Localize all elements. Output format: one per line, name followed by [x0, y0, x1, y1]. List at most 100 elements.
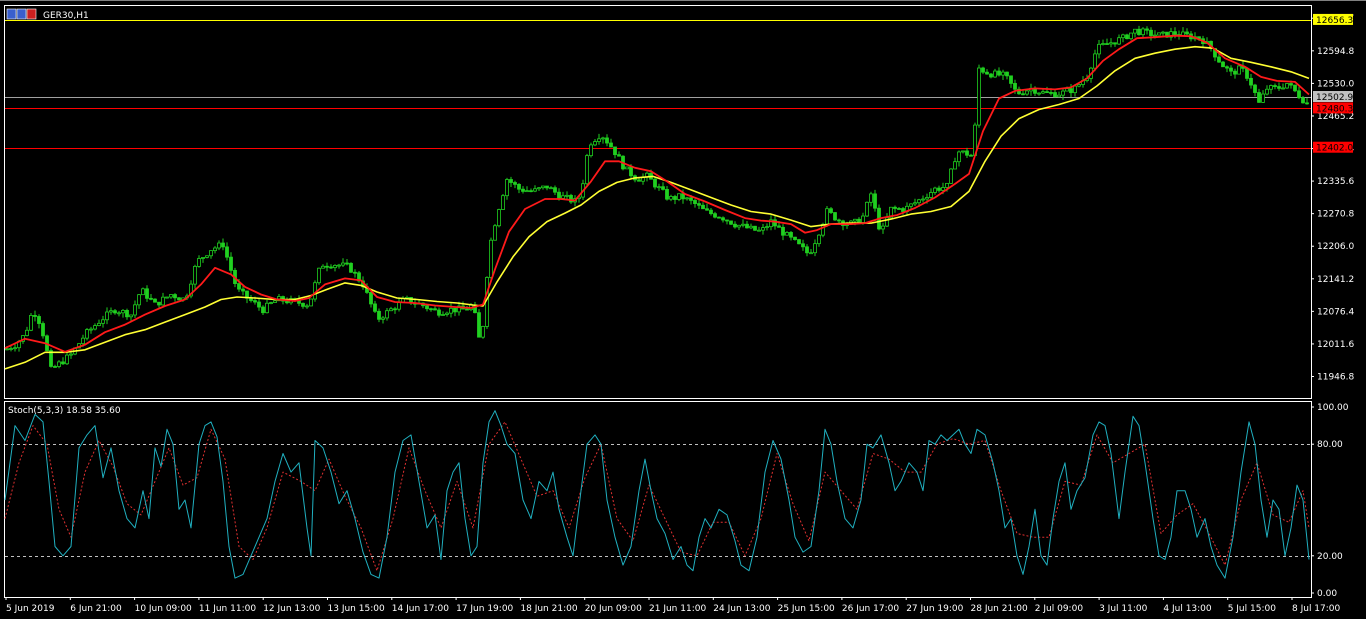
time-tick-label: 5 Jul 15:00 [1228, 604, 1277, 614]
candle-body [913, 202, 917, 205]
candle-body [261, 306, 265, 314]
candle-body [41, 323, 45, 337]
candle-body [337, 264, 341, 267]
candle-body [257, 301, 261, 308]
candle-body [1093, 53, 1097, 69]
candle-body [1261, 93, 1265, 103]
candle-body [601, 137, 605, 140]
candle-body [333, 265, 337, 269]
time-tick-label: 4 Jul 13:00 [1163, 604, 1212, 614]
candle-body [537, 187, 541, 190]
candle-body [1237, 65, 1241, 75]
candle-body [993, 70, 997, 78]
price-tick-label: 12270.8 [1317, 210, 1354, 220]
candle-body [1005, 71, 1009, 77]
candle-body [453, 307, 457, 313]
candle-body [673, 196, 677, 200]
candle-body [309, 298, 313, 307]
candle-body [1145, 28, 1149, 31]
candle-body [1265, 88, 1269, 95]
candle-body [169, 294, 173, 298]
candle-body [693, 200, 697, 204]
candle-body [93, 325, 97, 330]
trading-chart[interactable]: GER30,H1 Stoch(5,3,3) 18.58 35.60 12659.… [0, 0, 1366, 619]
candle-body [389, 308, 393, 312]
candle-body [237, 283, 241, 290]
price-tick-label: 12335.6 [1317, 177, 1354, 187]
candle-body [965, 150, 969, 156]
symbol-label: GER30,H1 [43, 11, 89, 21]
candle-body [1125, 34, 1129, 40]
price-tick-label: 12530.0 [1317, 79, 1354, 89]
candle-body [677, 193, 681, 200]
candle-body [1009, 75, 1013, 84]
candle-body [149, 297, 153, 300]
candle-body [925, 197, 929, 200]
stoch-tick-label: 80.00 [1317, 440, 1343, 450]
candle-body [729, 220, 733, 225]
candle-body [325, 265, 329, 268]
candle-body [957, 151, 961, 163]
stoch-tick-label: 0.00 [1317, 589, 1337, 599]
candle-body [81, 337, 85, 345]
candle-body [481, 326, 485, 338]
candle-body [541, 185, 545, 189]
candle-body [929, 192, 933, 198]
candle-body [425, 305, 429, 310]
candle-body [661, 186, 665, 190]
candle-body [989, 73, 993, 78]
candle-body [33, 315, 37, 317]
candle-body [701, 204, 705, 210]
price-tick-label: 12206.0 [1317, 242, 1354, 252]
time-tick-label: 27 Jun 19:00 [906, 604, 963, 614]
candle-body [745, 223, 749, 229]
candle-body [217, 242, 221, 249]
candle-body [861, 215, 865, 224]
candle-body [1109, 42, 1113, 45]
candle-body [953, 161, 957, 170]
candle-body [5, 348, 9, 351]
candle-body [625, 166, 629, 170]
candle-body [1277, 86, 1281, 89]
candle-body [153, 298, 157, 303]
candle-body [1229, 67, 1233, 72]
time-tick-label: 26 Jun 17:00 [842, 604, 899, 614]
time-tick-label: 10 Jun 09:00 [135, 604, 192, 614]
candle-body [705, 208, 709, 211]
candle-body [589, 144, 593, 157]
candle-body [997, 70, 1001, 76]
candle-body [117, 312, 121, 315]
candle-body [85, 329, 89, 339]
candle-body [1293, 84, 1297, 92]
candle-body [37, 316, 41, 324]
window-menu-icon[interactable] [6, 8, 37, 20]
candle-body [801, 243, 805, 248]
candle-body [53, 366, 57, 368]
candle-body [1037, 92, 1041, 95]
candle-body [369, 292, 373, 305]
time-tick-label: 11 Jun 11:00 [199, 604, 256, 614]
candle-body [617, 154, 621, 157]
candle-body [65, 354, 69, 365]
candle-body [517, 183, 521, 190]
candle-body [629, 166, 633, 177]
candle-body [253, 300, 257, 303]
candle-body [961, 150, 965, 153]
candle-body [353, 271, 357, 274]
candle-body [373, 303, 377, 312]
candle-body [561, 195, 565, 199]
candle-body [1065, 88, 1069, 92]
time-tick-label: 13 Jun 15:00 [328, 604, 385, 614]
candle-body [1133, 28, 1137, 34]
time-tick-label: 17 Jun 19:00 [456, 604, 513, 614]
candle-body [1249, 77, 1253, 86]
candle-body [157, 301, 161, 306]
candle-body [69, 353, 73, 356]
candle-body [109, 310, 113, 313]
candle-body [165, 296, 169, 299]
candle-body [697, 203, 701, 206]
candle-body [1073, 85, 1077, 94]
candle-body [25, 329, 29, 336]
time-tick-label: 14 Jun 17:00 [392, 604, 449, 614]
time-tick-label: 2 Jul 09:00 [1035, 604, 1084, 614]
